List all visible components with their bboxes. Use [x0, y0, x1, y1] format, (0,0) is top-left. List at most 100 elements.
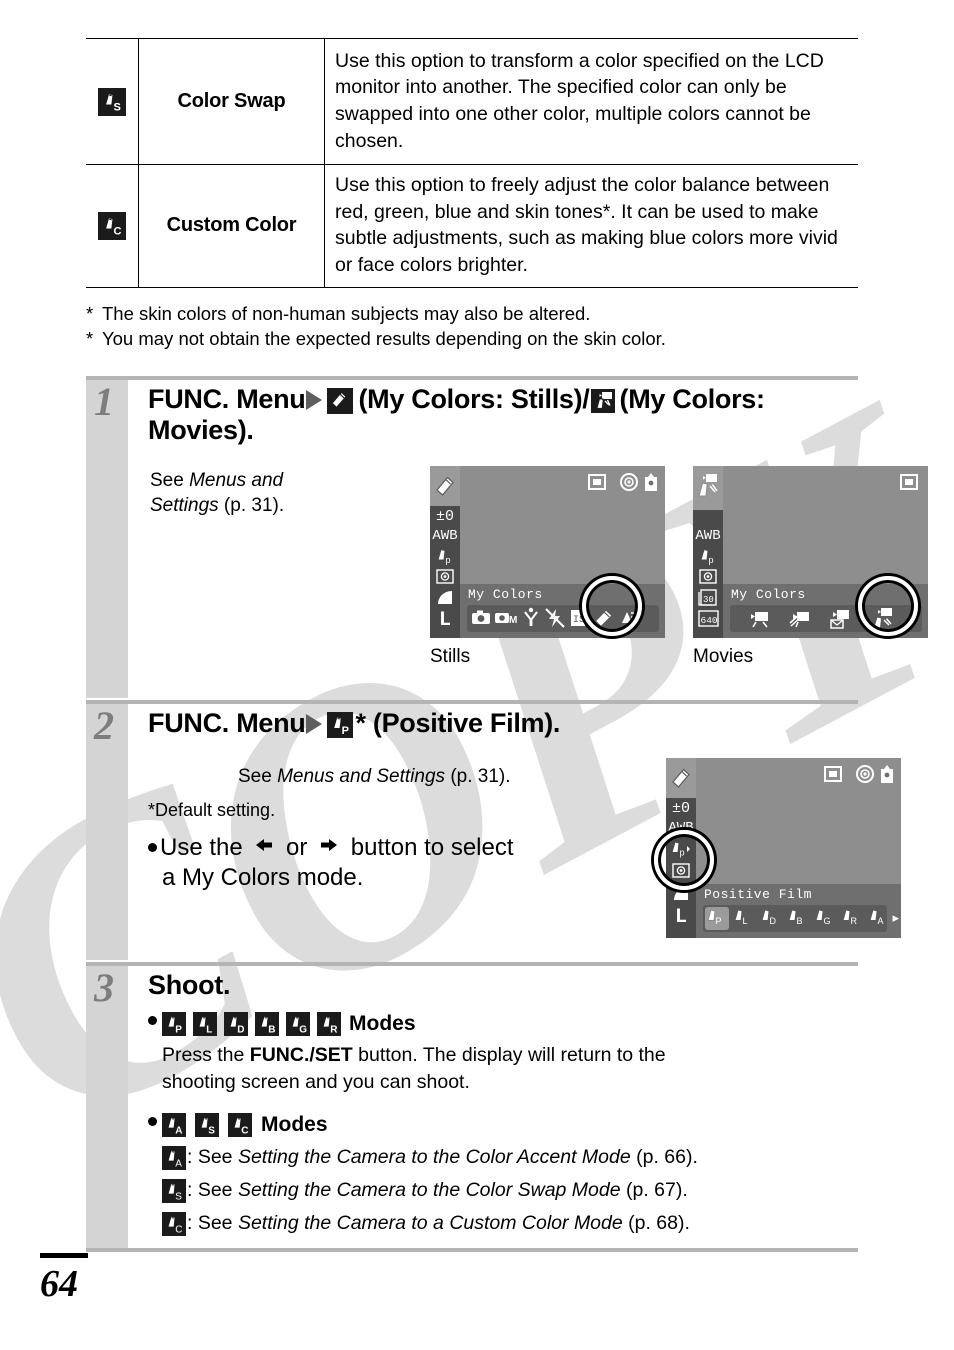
svg-text:S: S [114, 101, 121, 113]
tray-mode-P[interactable]: P [705, 907, 729, 930]
side-resolution-icon: L [438, 609, 451, 632]
side-movie-my-colors-icon [693, 470, 723, 510]
reference-line-custom: C: See Setting the Camera to a Custom Co… [162, 1210, 698, 1238]
svg-text:30: 30 [703, 595, 714, 605]
tray-item-movie-fast-icon[interactable] [788, 607, 810, 630]
mode-icon-G: G [286, 1012, 310, 1037]
lcd-caption-movies: Movies [693, 646, 754, 667]
table-cell-description: Use this option to transform a color spe… [324, 38, 858, 165]
group1-text-line2: shooting screen and you can shoot. [162, 1070, 470, 1093]
svg-text:B: B [797, 916, 803, 926]
svg-text:A: A [175, 1159, 182, 1170]
svg-text:P: P [342, 725, 349, 737]
footnote-marker: * [86, 303, 94, 324]
table-cell-icon: S [86, 38, 139, 165]
step-2-bullet: Use the or button to select a My Colors … [148, 833, 514, 893]
lcd-screen-positive-film: ±0 AWB p L Positive Film P L D B G R A ▸ [654, 758, 901, 938]
step-divider [86, 700, 858, 704]
step-3: 3 Shoot. P L D B G R Modes Press the FUNC./SET… [86, 962, 858, 1252]
footnote-1: * The skin colors of non-human subjects m… [86, 302, 590, 326]
svg-text:D: D [237, 1025, 244, 1036]
tray-mode-G[interactable]: G [813, 907, 837, 930]
page-number: 64 [40, 1263, 78, 1305]
group1-instruction: Press the FUNC./SET button. The display … [162, 1042, 666, 1095]
footnote-text: You may not obtain the expected results … [102, 328, 666, 349]
table-cell-icon: C [86, 164, 139, 288]
svg-text:L: L [206, 1025, 212, 1036]
mode-icon-A: A [162, 1146, 186, 1171]
lcd-top-icons [898, 472, 922, 499]
step-2: 2 FUNC. Menu P * (Positive Film). See Me… [86, 700, 901, 960]
side-framerate-icon: 30 [693, 588, 723, 611]
my-colors-movies-icon [590, 388, 615, 413]
step-2-heading-suffix: * (Positive Film). [355, 708, 561, 738]
mode-icon-C: C [228, 1113, 252, 1138]
bullet-text-c: button to select [344, 834, 514, 861]
table-row: S Color Swap Use this option to transfor… [86, 38, 858, 165]
tray-mode-B[interactable]: B [786, 907, 810, 930]
table-row: C Custom Color Use this option to freely… [86, 164, 858, 288]
group1-modes-label: Modes [349, 1012, 416, 1035]
step-2-heading: FUNC. Menu P * (Positive Film). [148, 708, 858, 739]
group2-mode-row: A S C Modes [148, 1113, 698, 1138]
table-cell-name: Color Swap [138, 38, 325, 165]
highlight-circle-movie-my-colors [858, 576, 918, 636]
lcd-caption-stills: Stills [430, 646, 471, 667]
step-1-heading-part2: (My Colors: Stills)/ [358, 384, 590, 414]
tray-item-movie-standard-icon[interactable] [748, 607, 770, 630]
step-1: 1 FUNC. Menu (My Colors: Stills)/ (My Co… [86, 376, 928, 698]
tray-item-flash-off-icon[interactable] [544, 607, 566, 630]
my-colors-table: S Color Swap Use this option to transfor… [86, 38, 858, 288]
bullet-dot [148, 843, 157, 852]
svg-text:D: D [770, 916, 777, 926]
tray-item-self-timer-icon[interactable] [521, 607, 543, 630]
tray-mode-R[interactable]: R [840, 907, 864, 930]
side-metering-icon [693, 568, 723, 589]
tray-item-continuous-icon[interactable]: M [494, 607, 517, 630]
right-arrow-icon [318, 833, 340, 863]
tray-item-movie-compact-icon[interactable] [828, 607, 850, 630]
tray-mode-L[interactable]: L [732, 907, 756, 930]
mode-icon-R: R [317, 1012, 341, 1037]
svg-text:p: p [709, 555, 714, 565]
step-3-group2: A S C Modes A: See Setting the Camera to th… [148, 1113, 698, 1238]
svg-text:p: p [446, 555, 451, 565]
side-resolution-icon: L [674, 906, 687, 929]
ref-italic-title: Setting the Camera to the Color Swap Mod… [237, 1179, 621, 1202]
svg-text:A: A [878, 916, 884, 926]
highlight-circle-my-colors [582, 576, 642, 636]
bullet-dot [148, 1117, 157, 1126]
bullet-text-line2: a My Colors mode. [162, 863, 364, 891]
my-colors-positive-film-icon: P [327, 711, 354, 738]
tray-mode-A[interactable]: A [867, 907, 891, 930]
lcd-option-tray: P L D B G R A [703, 905, 887, 932]
side-awb-icon: AWB [432, 528, 458, 544]
highlight-circle-positive-film [654, 830, 714, 890]
step-gutter [86, 380, 128, 698]
svg-text:G: G [299, 1025, 307, 1036]
see-suffix: (p. 31). [218, 495, 285, 517]
svg-text:A: A [175, 1126, 182, 1137]
step-1-heading-part1: FUNC. Menu [148, 384, 306, 414]
my-colors-stills-icon [327, 387, 354, 414]
tray-more-arrow-icon[interactable]: ▸ [892, 910, 899, 926]
step-number: 1 [94, 379, 114, 424]
tray-mode-D[interactable]: D [759, 907, 783, 930]
bullet-text-b: or [279, 834, 315, 861]
lcd-bottom-bar: Positive Film P L D B G R A ▸ [696, 884, 901, 938]
ref-italic-title: Setting the Camera to the Color Accent M… [237, 1146, 631, 1169]
left-arrow-icon [253, 833, 275, 863]
footnote-2: * You may not obtain the expected results… [86, 327, 666, 351]
step-1-heading: FUNC. Menu (My Colors: Stills)/ (My Colo… [148, 384, 858, 447]
mode-icon-D: D [224, 1012, 248, 1037]
footnote-marker: * [86, 328, 94, 349]
ref-suffix: (p. 68). [622, 1211, 690, 1234]
ref-suffix: (p. 66). [630, 1146, 698, 1169]
lcd-menu-title: My Colors [468, 587, 543, 602]
tray-item-still-image-icon[interactable] [470, 607, 492, 630]
ref-suffix: (p. 67). [620, 1179, 688, 1202]
svg-text:B: B [268, 1025, 275, 1036]
lcd-menu-title: My Colors [731, 587, 806, 602]
step-divider [86, 962, 858, 966]
right-caret-icon [306, 390, 323, 410]
